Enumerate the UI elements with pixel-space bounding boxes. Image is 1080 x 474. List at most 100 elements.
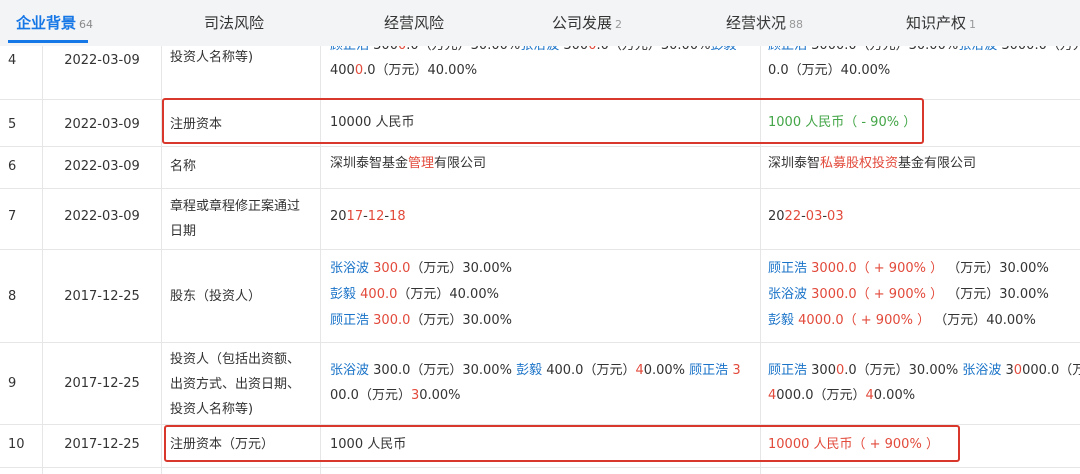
- after-value-line: 彭毅 4000.0（ + 900% ） （万元）40.00%: [768, 308, 1036, 333]
- tab-intellectual-property[interactable]: 知识产权 1: [906, 0, 976, 46]
- after-value-segment: 22: [784, 209, 802, 224]
- after-value-segment: 顾正浩: [768, 363, 808, 378]
- after-value-segment: 张浴波: [768, 287, 808, 302]
- row-divider: [0, 188, 1080, 189]
- before-value-line: 彭毅 400.0（万元）40.00%: [330, 282, 499, 307]
- after-value-segment: 0.00%: [873, 388, 916, 403]
- after-value-segment: 深圳泰智: [768, 156, 821, 171]
- change-date: 2017-12-25: [64, 376, 140, 391]
- after-value-segment: 私募股权投资: [820, 156, 899, 171]
- before-value-segment: 张浴波: [330, 363, 370, 378]
- after-value-segment: 4: [865, 388, 874, 403]
- after-value-segment: （万元）40.00%: [930, 313, 1036, 328]
- after-value-line: 深圳泰智私募股权投资基金有限公司: [768, 151, 976, 176]
- column-divider: [760, 0, 761, 474]
- before-value-segment: 3: [728, 363, 741, 378]
- before-value-segment: 3: [410, 388, 420, 403]
- before-value-line: 张浴波 300.0（万元）30.00%: [330, 256, 512, 281]
- after-value-segment: 3: [1001, 363, 1014, 378]
- after-value-line: 张浴波 3000.0（ + 900% ） （万元）30.00%: [768, 282, 1049, 307]
- column-divider: [320, 0, 321, 474]
- before-value-segment: 12: [367, 209, 385, 224]
- before-value-line: 2017-12-18: [330, 204, 406, 229]
- after-value-line: 顾正浩 3000.0（万元）30.00% 张浴波 30000.0（万元）: [768, 358, 1080, 383]
- before-value-segment: 300.0: [369, 313, 411, 328]
- before-value-segment: 400: [330, 63, 355, 78]
- change-item: 投资人名称等): [170, 402, 254, 417]
- row-number: 10: [8, 437, 25, 452]
- change-date: 2022-03-09: [64, 53, 140, 68]
- before-value-segment: 18: [389, 209, 406, 224]
- change-date: 2017-12-25: [64, 289, 140, 304]
- row-number: 7: [8, 209, 17, 224]
- before-value-segment: 顾正浩: [689, 363, 729, 378]
- after-value-segment: 03: [827, 209, 844, 224]
- before-value-line: 4000.0（万元）40.00%: [330, 58, 477, 83]
- after-value-segment: 彭毅: [768, 313, 795, 328]
- after-value-line: 4000.0（万元）40.00%: [768, 383, 915, 408]
- row-number: 8: [8, 289, 17, 304]
- tab-operational-risk[interactable]: 经营风险: [384, 0, 447, 46]
- before-value-segment: 有限公司: [434, 156, 487, 171]
- before-value-line: 顾正浩 300.0（万元）30.00%: [330, 308, 512, 333]
- after-value-segment: 4000.0（ + 900% ）: [794, 313, 931, 328]
- row-divider: [0, 146, 1080, 147]
- after-value-segment: .0（万元）30.00%: [844, 363, 963, 378]
- before-value-segment: 0.00%: [419, 388, 461, 403]
- tab-company-development[interactable]: 公司发展 2: [552, 0, 622, 46]
- before-value-segment: 300.0（万元）30.00%: [369, 363, 517, 378]
- after-value-segment: 顾正浩: [768, 261, 808, 276]
- row-number: 5: [8, 117, 17, 132]
- change-item: 投资人名称等): [170, 50, 254, 65]
- row-number: 9: [8, 376, 17, 391]
- before-value-segment: 0: [354, 63, 364, 78]
- after-value-segment: 000.0（万元）: [776, 388, 866, 403]
- active-tab-underline: [8, 40, 88, 43]
- highlight-box-registered-capital-wanyuan: [164, 425, 960, 462]
- before-value-segment: 4: [542, 363, 555, 378]
- tab-operating-status[interactable]: 经营状况 88: [726, 0, 803, 46]
- before-value-segment: 0.00%: [643, 363, 690, 378]
- before-value-line: 张浴波 300.0（万元）30.00% 彭毅 400.0（万元）40.00% 顾…: [330, 358, 741, 383]
- change-item: 章程或章程修正案通过: [170, 199, 301, 214]
- row-number: 6: [8, 159, 17, 174]
- change-date: 2022-03-09: [64, 159, 140, 174]
- after-value-segment: （万元）30.00%: [943, 287, 1049, 302]
- before-value-segment: 4: [635, 363, 644, 378]
- before-value-line: 00.0（万元）30.00%: [330, 383, 461, 408]
- after-value-segment: 03: [805, 209, 823, 224]
- after-value-segment: 张浴波: [962, 363, 1002, 378]
- before-value-segment: 300.0: [369, 261, 411, 276]
- after-value-segment: 0.0（万元）40.00%: [768, 63, 891, 78]
- before-value-segment: （万元）30.00%: [410, 261, 512, 276]
- after-value-line: 0.0（万元）40.00%: [768, 58, 890, 83]
- after-value-segment: 3000.0（ + 900% ）: [807, 261, 944, 276]
- change-date: 2017-12-25: [64, 437, 140, 452]
- before-value-segment: 张浴波: [330, 261, 370, 276]
- before-value-segment: 管理: [408, 156, 435, 171]
- after-value-segment: 300: [807, 363, 836, 378]
- before-value-segment: 彭毅: [330, 287, 357, 302]
- highlight-box-registered-capital: [162, 98, 924, 144]
- before-value-line: 深圳泰智基金管理有限公司: [330, 151, 486, 176]
- after-value-segment: 3000.0（ + 900% ）: [807, 287, 944, 302]
- after-value-segment: （万元）30.00%: [943, 261, 1049, 276]
- before-value-segment: .0（万元）40.00%: [363, 63, 478, 78]
- change-item: 股东（投资人）: [170, 289, 262, 304]
- after-value-segment: 基金有限公司: [898, 156, 977, 171]
- after-value-segment: 0: [835, 363, 845, 378]
- change-records-table: 42022-03-09出资方式、出资日期、投资人名称等)顾正浩 3000.0（万…: [0, 0, 1080, 474]
- after-value-line: 顾正浩 3000.0（ + 900% ） （万元）30.00%: [768, 256, 1049, 281]
- column-divider: [42, 0, 43, 474]
- before-value-segment: 00.0（万元）: [554, 363, 636, 378]
- category-tab-bar: 企业背景 64 司法风险 经营风险 公司发展 2 经营状况 88 知识产权 1: [0, 0, 1080, 46]
- change-item: 出资方式、出资日期、: [170, 377, 301, 392]
- tab-judicial-risk[interactable]: 司法风险: [204, 0, 267, 46]
- column-divider: [161, 0, 162, 474]
- row-divider: [0, 249, 1080, 250]
- before-value-segment: 17: [346, 209, 364, 224]
- row-number: 4: [8, 53, 17, 68]
- after-value-segment: 20: [768, 209, 785, 224]
- row-divider: [0, 467, 1080, 468]
- change-item: 名称: [170, 159, 197, 174]
